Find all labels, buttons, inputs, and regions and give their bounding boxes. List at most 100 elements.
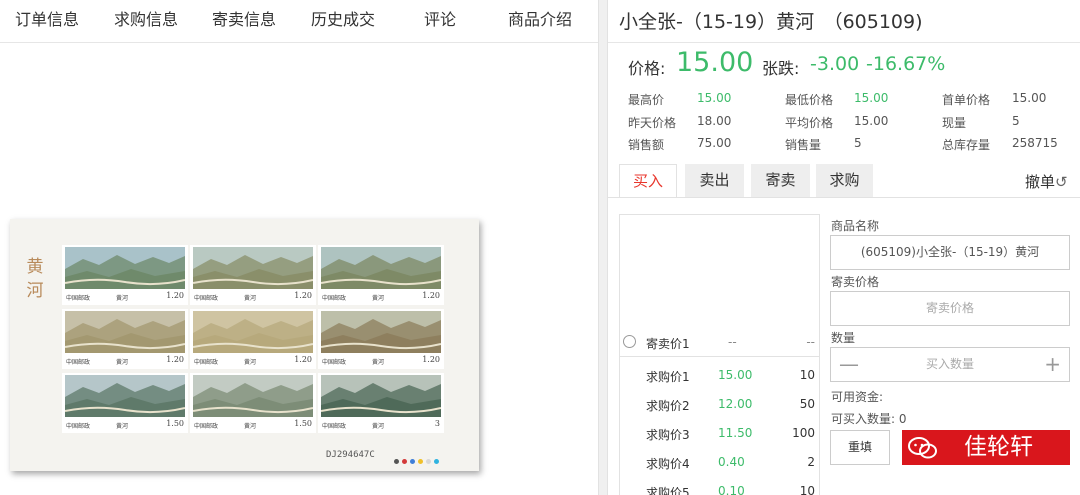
buy-row[interactable]: 求购价5 0.10 10 xyxy=(620,482,819,495)
stamp-caption: 中国邮政 黄河 1.50 xyxy=(194,419,312,431)
stamp-landscape xyxy=(64,311,186,353)
stamp: 中国邮政 黄河 1.20 xyxy=(318,309,444,369)
minus-icon[interactable]: — xyxy=(839,348,859,381)
stat-label: 销售量 xyxy=(785,138,822,152)
stat-label: 首单价格 xyxy=(942,93,991,107)
tab-history[interactable]: 历史成交 xyxy=(311,6,375,30)
product-name-field: (605109)小全张-（15-19）黄河 xyxy=(830,235,1070,270)
buy-label: 求购价1 xyxy=(646,370,690,384)
available-funds-label: 可用资金: xyxy=(831,390,884,404)
color-dot xyxy=(394,459,399,464)
tab-consign[interactable]: 寄卖 xyxy=(751,164,810,197)
price-change-pct: -16.67% xyxy=(866,53,946,75)
stamp-title-char: 黄 xyxy=(26,257,44,277)
stamp-country: 中国邮政 xyxy=(194,295,219,302)
quantity-input-placeholder[interactable]: 买入数量 xyxy=(926,357,974,371)
sell-label: 寄卖价1 xyxy=(646,337,690,351)
stat-label: 现量 xyxy=(942,116,967,130)
stamp-country: 中国邮政 xyxy=(66,295,91,302)
tab-request[interactable]: 求购 xyxy=(816,164,873,197)
stamp-value: 1.20 xyxy=(422,355,440,364)
tab-product-intro[interactable]: 商品介绍 xyxy=(508,6,572,30)
color-dot xyxy=(434,459,439,464)
stamp-landscape xyxy=(320,311,442,353)
buy-row[interactable]: 求购价1 15.00 10 xyxy=(620,366,819,386)
color-dots xyxy=(394,449,442,468)
cancel-order-button[interactable]: 撤单↺ xyxy=(1025,171,1068,192)
tab-buy[interactable]: 买入 xyxy=(619,164,677,198)
stat-label: 销售额 xyxy=(628,138,665,152)
sell-row[interactable]: 寄卖价1 -- -- xyxy=(620,333,819,353)
stamp-value: 1.50 xyxy=(294,419,312,428)
stat-label: 昨天价格 xyxy=(628,116,677,130)
price-change: -3.00 xyxy=(810,53,860,75)
stamp-caption: 中国邮政 黄河 1.20 xyxy=(66,355,184,367)
stamp-value: 1.20 xyxy=(422,291,440,300)
stamp-landscape xyxy=(320,375,442,417)
buy-label: 求购价3 xyxy=(646,428,690,442)
stamp-series: 黄河 xyxy=(372,423,385,430)
buy-price: 0.10 xyxy=(718,484,745,495)
tab-sell[interactable]: 卖出 xyxy=(685,164,744,197)
radio-icon[interactable] xyxy=(623,335,636,348)
sheet-serial: DJ294647C xyxy=(326,450,375,460)
stat-value: 75.00 xyxy=(697,136,732,150)
buy-row[interactable]: 求购价2 12.00 50 xyxy=(620,395,819,415)
stamp-landscape xyxy=(192,247,314,289)
stamp-landscape xyxy=(320,247,442,289)
stamp-caption: 中国邮政 黄河 1.20 xyxy=(194,291,312,303)
page-root: 订单信息 求购信息 寄卖信息 历史成交 评论 商品介绍 黄 河 中国邮政 黄河 1.… xyxy=(0,0,1080,495)
current-price: 15.00 xyxy=(676,47,754,78)
order-book-divider xyxy=(620,356,819,357)
name-label: 商品名称 xyxy=(831,219,880,233)
wechat-icon xyxy=(908,437,937,459)
buy-price: 0.40 xyxy=(718,455,745,469)
stamp: 中国邮政 黄河 1.20 xyxy=(62,309,188,369)
buy-row[interactable]: 求购价3 11.50 100 xyxy=(620,424,819,444)
stamp-value: 1.20 xyxy=(294,355,312,364)
stamp-value: 1.50 xyxy=(166,419,184,428)
stat-value: 5 xyxy=(854,136,862,150)
stamp-series: 黄河 xyxy=(116,423,129,430)
buy-row[interactable]: 求购价4 0.40 2 xyxy=(620,453,819,473)
left-panel: 订单信息 求购信息 寄卖信息 历史成交 评论 商品介绍 黄 河 中国邮政 黄河 1.… xyxy=(0,0,598,495)
quantity-stepper[interactable]: — 买入数量 + xyxy=(830,347,1070,382)
buy-qty: 10 xyxy=(799,368,815,382)
color-dot xyxy=(418,459,423,464)
stat-label: 总库存量 xyxy=(942,138,991,152)
tab-buy-requests[interactable]: 求购信息 xyxy=(114,6,178,30)
stamp: 中国邮政 黄河 1.50 xyxy=(190,373,316,433)
stat-value: 15.00 xyxy=(1012,91,1047,105)
price-label: 价格: xyxy=(628,59,666,78)
stamp-caption: 中国邮政 黄河 1.20 xyxy=(322,291,440,303)
buy-price: 11.50 xyxy=(718,426,753,440)
title-divider xyxy=(608,42,1080,43)
info-tabs: 订单信息 求购信息 寄卖信息 历史成交 评论 商品介绍 xyxy=(0,0,598,43)
stamp: 中国邮政 黄河 1.20 xyxy=(62,245,188,305)
price-field-label: 寄卖价格 xyxy=(831,275,880,289)
color-dot xyxy=(402,459,407,464)
stamp-country: 中国邮政 xyxy=(66,359,91,366)
stamp-value: 3 xyxy=(434,419,440,428)
stat-label: 最高价 xyxy=(628,93,665,107)
stamp-landscape xyxy=(192,375,314,417)
undo-icon: ↺ xyxy=(1055,173,1068,191)
stamp-country: 中国邮政 xyxy=(322,295,347,302)
stat-value: 15.00 xyxy=(697,91,732,105)
buy-qty: 2 xyxy=(807,455,815,469)
trade-divider xyxy=(608,197,1080,198)
buy-label: 求购价2 xyxy=(646,399,690,413)
consign-price-input[interactable]: 寄卖价格 xyxy=(830,291,1070,326)
reset-button[interactable]: 重填 xyxy=(830,430,890,465)
cancel-order-label: 撤单 xyxy=(1025,173,1056,191)
tab-order-info[interactable]: 订单信息 xyxy=(15,6,79,30)
stamp-series: 黄河 xyxy=(244,423,257,430)
tab-consignment[interactable]: 寄卖信息 xyxy=(212,6,276,30)
stat-value: 258715 xyxy=(1012,136,1058,150)
stat-label: 平均价格 xyxy=(785,116,834,130)
tab-comments[interactable]: 评论 xyxy=(424,6,456,30)
plus-icon[interactable]: + xyxy=(1044,348,1061,381)
stamp-title-char: 河 xyxy=(26,281,44,301)
stamp-caption: 中国邮政 黄河 1.20 xyxy=(66,291,184,303)
stamp: 中国邮政 黄河 1.20 xyxy=(190,309,316,369)
